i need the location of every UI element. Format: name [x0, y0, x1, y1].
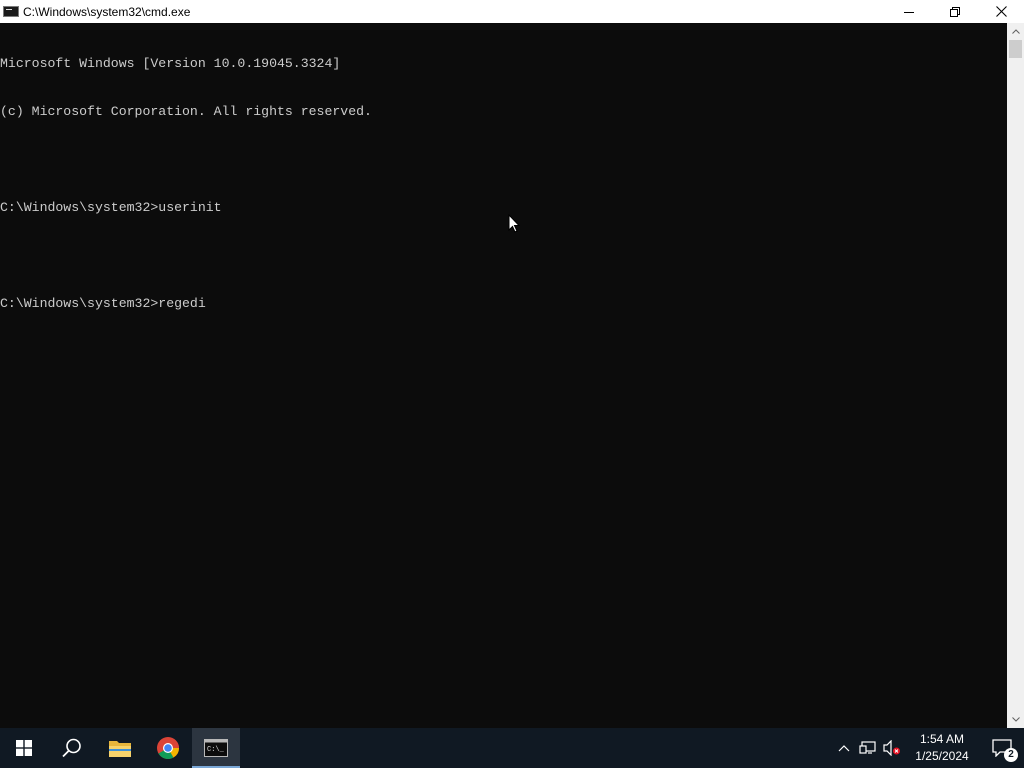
chrome-icon — [157, 737, 179, 759]
console-line: Microsoft Windows [Version 10.0.19045.33… — [0, 56, 341, 71]
console-line: (c) Microsoft Corporation. All rights re… — [0, 104, 372, 119]
window-controls — [886, 0, 1024, 23]
volume-muted-icon — [883, 740, 900, 756]
search-button[interactable] — [48, 728, 96, 768]
system-tray: 1:54 AM 1/25/2024 2 — [832, 728, 1024, 768]
cmd-taskbar-button[interactable]: C:\_ — [192, 728, 240, 768]
minimize-button[interactable] — [886, 0, 932, 23]
notification-count-badge: 2 — [1004, 748, 1018, 762]
windows-logo-icon — [16, 740, 32, 756]
action-center-button[interactable]: 2 — [980, 728, 1024, 768]
cmd-app-icon[interactable] — [3, 6, 19, 17]
file-explorer-button[interactable] — [96, 728, 144, 768]
search-icon — [62, 738, 81, 758]
scroll-thumb[interactable] — [1009, 40, 1022, 58]
volume-button[interactable] — [880, 728, 904, 768]
network-button[interactable] — [856, 728, 880, 768]
close-icon — [995, 6, 1007, 17]
scroll-down-button[interactable] — [1007, 711, 1024, 728]
folder-icon — [109, 741, 131, 757]
chevron-up-icon — [1011, 29, 1020, 34]
scroll-up-button[interactable] — [1007, 23, 1024, 40]
console-input-line[interactable]: C:\Windows\system32>regedi — [0, 296, 1007, 312]
network-icon — [859, 741, 876, 754]
show-hidden-icons-button[interactable] — [832, 728, 856, 768]
console-output[interactable]: Microsoft Windows [Version 10.0.19045.33… — [0, 23, 1007, 728]
chevron-down-icon — [1011, 717, 1020, 722]
clock[interactable]: 1:54 AM 1/25/2024 — [904, 731, 980, 765]
start-button[interactable] — [0, 728, 48, 768]
mouse-pointer-icon — [508, 214, 520, 233]
title-bar[interactable]: C:\Windows\system32\cmd.exe — [0, 0, 1024, 23]
chevron-up-icon — [838, 745, 850, 752]
restore-icon — [950, 6, 960, 17]
terminal-icon: C:\_ — [204, 739, 228, 757]
window-title: C:\Windows\system32\cmd.exe — [23, 4, 191, 19]
clock-time: 1:54 AM — [919, 732, 965, 746]
clock-date: 1/25/2024 — [915, 749, 969, 763]
restore-button[interactable] — [932, 0, 978, 23]
taskbar: C:\_ 1:54 AM 1/25/2024 2 — [0, 728, 1024, 768]
svg-text:C:\_: C:\_ — [207, 746, 225, 754]
chrome-button[interactable] — [144, 728, 192, 768]
minimize-icon — [904, 11, 914, 13]
close-button[interactable] — [978, 0, 1024, 23]
console-line: C:\Windows\system32>userinit — [0, 200, 222, 215]
vertical-scrollbar[interactable] — [1007, 23, 1024, 728]
